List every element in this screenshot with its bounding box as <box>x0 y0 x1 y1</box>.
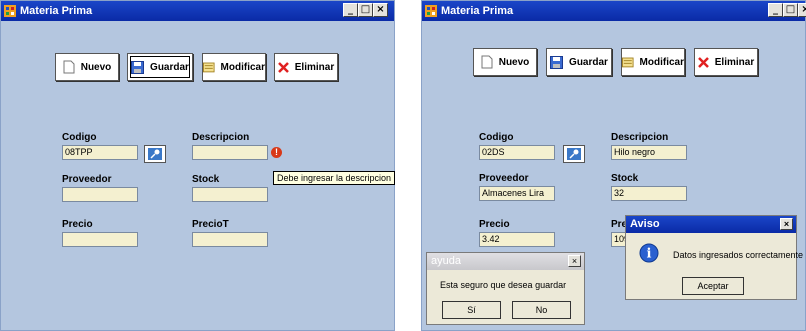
right-title-bar[interactable]: Materia Prima _ □ × <box>422 1 806 21</box>
aviso-close-button[interactable]: × <box>780 218 793 230</box>
modificar-label: Modificar <box>639 56 684 68</box>
eliminar-label: Eliminar <box>294 61 335 73</box>
nuevo-button[interactable]: Nuevo <box>55 53 119 81</box>
error-icon: ! <box>271 147 282 158</box>
no-button[interactable]: No <box>512 301 571 319</box>
app-icon <box>425 5 437 17</box>
info-icon-glyph: i <box>647 247 652 262</box>
ayuda-close-button[interactable]: × <box>568 255 581 267</box>
minimize-button[interactable]: _ <box>343 3 358 17</box>
new-document-icon <box>481 55 493 69</box>
stock-input[interactable] <box>192 187 268 202</box>
codigo-label: Codigo <box>62 132 97 143</box>
delete-x-icon <box>697 56 709 68</box>
nuevo-label: Nuevo <box>80 61 112 73</box>
window-title: Materia Prima <box>441 5 514 17</box>
eliminar-button[interactable]: Eliminar <box>274 53 338 81</box>
guardar-label: Guardar <box>569 56 608 68</box>
save-icon <box>550 55 564 69</box>
left-window: Materia Prima _ □ × Nuevo Guardar Modifi… <box>0 0 396 331</box>
codigo-input[interactable]: 02DS <box>479 145 555 160</box>
proveedor-label: Proveedor <box>62 174 112 185</box>
proveedor-input[interactable]: Almacenes Lira <box>479 186 555 201</box>
descripcion-input[interactable] <box>192 145 268 160</box>
eliminar-label: Eliminar <box>714 56 755 68</box>
precio-label: Precio <box>62 219 93 230</box>
left-title-bar[interactable]: Materia Prima _ □ × <box>1 1 394 21</box>
stock-label: Stock <box>611 173 639 184</box>
edit-icon <box>203 62 215 73</box>
guardar-button[interactable]: Guardar <box>546 48 612 76</box>
precio-input[interactable]: 3.42 <box>479 232 555 247</box>
aviso-message: Datos ingresados correctamente <box>673 250 804 260</box>
new-document-icon <box>63 60 75 74</box>
ayuda-dialog: ayuda × Esta seguro que desea guardar Sí… <box>426 252 585 325</box>
minimize-button[interactable]: _ <box>768 3 783 17</box>
search-button[interactable] <box>563 145 585 163</box>
maximize-button[interactable]: □ <box>783 3 798 17</box>
search-key-icon <box>148 148 162 160</box>
search-key-icon <box>567 148 581 160</box>
ayuda-message: Esta seguro que desea guardar <box>440 280 567 290</box>
nuevo-button[interactable]: Nuevo <box>473 48 537 76</box>
edit-icon <box>622 57 634 68</box>
stock-label: Stock <box>192 174 220 185</box>
ayuda-title: ayuda <box>431 255 461 267</box>
precio-input[interactable] <box>62 232 138 247</box>
aceptar-button[interactable]: Aceptar <box>682 277 744 295</box>
maximize-button[interactable]: □ <box>358 3 373 17</box>
proveedor-label: Proveedor <box>479 173 529 184</box>
close-button[interactable]: × <box>373 3 388 17</box>
ayuda-title-bar[interactable]: ayuda × <box>427 253 584 270</box>
aviso-title-bar[interactable]: Aviso × <box>626 216 796 233</box>
descripcion-label: Descripcion <box>192 132 250 143</box>
aviso-dialog: Aviso × i Datos ingresados correctamente… <box>625 215 803 300</box>
guardar-button[interactable]: Guardar <box>127 53 193 81</box>
close-button[interactable]: × <box>798 3 806 17</box>
descripcion-label: Descripcion <box>611 132 669 143</box>
guardar-label: Guardar <box>150 61 189 73</box>
preciot-label: PrecioT <box>192 219 229 230</box>
codigo-label: Codigo <box>479 132 514 143</box>
nuevo-label: Nuevo <box>498 56 530 68</box>
eliminar-button[interactable]: Eliminar <box>694 48 758 76</box>
search-button[interactable] <box>144 145 166 163</box>
modificar-label: Modificar <box>220 61 265 73</box>
stock-input[interactable]: 32 <box>611 186 687 201</box>
info-icon: i <box>639 243 659 263</box>
preciot-input[interactable] <box>192 232 268 247</box>
delete-x-icon <box>277 61 289 73</box>
error-tooltip: Debe ingresar la descripcion <box>273 171 396 185</box>
codigo-input[interactable]: 08TPP <box>62 145 138 160</box>
app-icon <box>4 5 16 17</box>
modificar-button[interactable]: Modificar <box>202 53 266 81</box>
yes-button[interactable]: Sí <box>442 301 501 319</box>
proveedor-input[interactable] <box>62 187 138 202</box>
descripcion-input[interactable]: Hilo negro <box>611 145 687 160</box>
precio-label: Precio <box>479 219 510 230</box>
window-title: Materia Prima <box>20 5 93 17</box>
modificar-button[interactable]: Modificar <box>621 48 685 76</box>
aviso-title: Aviso <box>630 218 660 230</box>
save-icon <box>131 60 145 74</box>
